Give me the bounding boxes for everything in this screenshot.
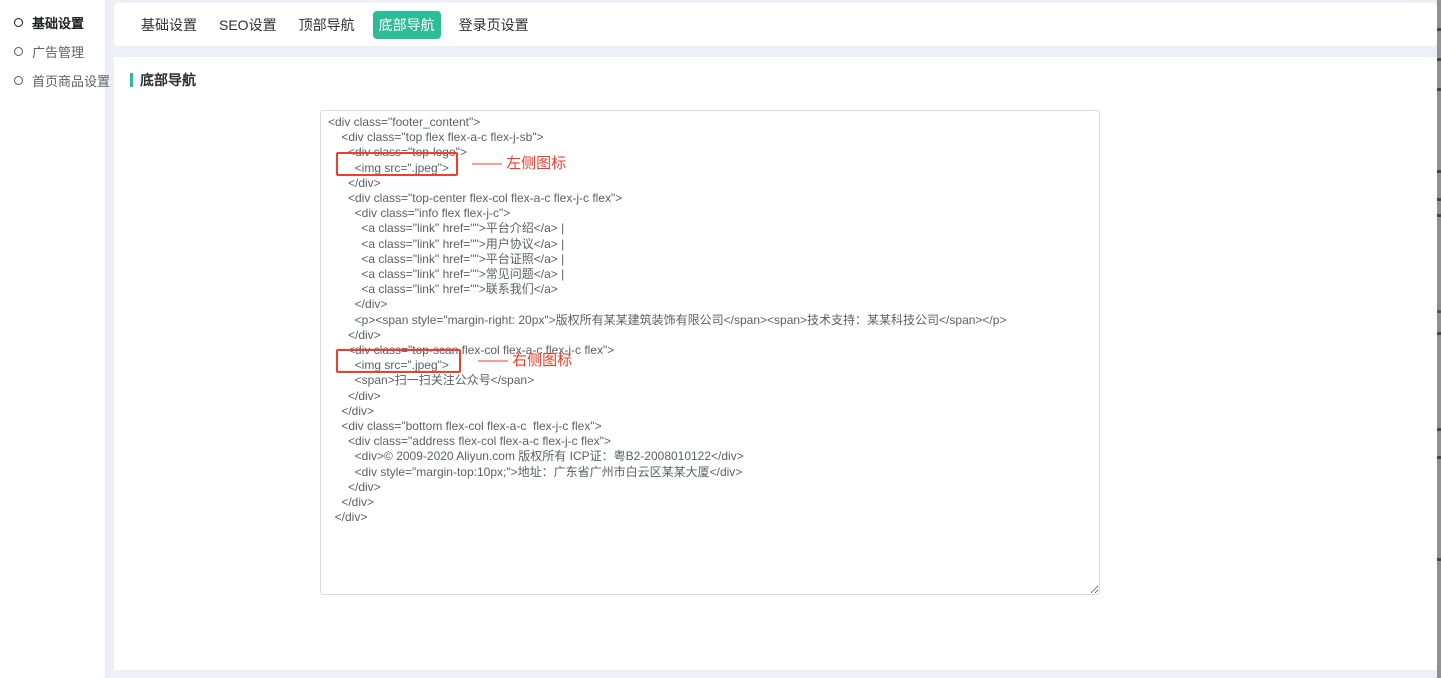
footer-html-textarea[interactable]: <div class="footer_content"> <div class=… bbox=[320, 110, 1100, 595]
scrollbar[interactable] bbox=[1437, 0, 1441, 678]
section-title-text: 底部导航 bbox=[140, 70, 196, 90]
sidebar-item-label: 基础设置 bbox=[32, 13, 84, 32]
tab-top-nav[interactable]: 顶部导航 bbox=[295, 11, 359, 39]
circle-icon bbox=[14, 47, 23, 56]
circle-icon bbox=[14, 76, 23, 85]
main-area: 基础设置 SEO设置 顶部导航 底部导航 登录页设置 底部导航 <div cla… bbox=[114, 0, 1437, 678]
tab-seo-settings[interactable]: SEO设置 bbox=[215, 11, 281, 39]
content-panel: 底部导航 <div class="footer_content"> <div c… bbox=[114, 57, 1437, 670]
tab-basic-settings[interactable]: 基础设置 bbox=[137, 11, 201, 39]
circle-icon bbox=[14, 18, 23, 27]
tab-footer-nav[interactable]: 底部导航 bbox=[373, 11, 441, 39]
sidebar-item-ad-management[interactable]: 广告管理 bbox=[0, 37, 105, 66]
sidebar-item-label: 首页商品设置 bbox=[32, 71, 110, 90]
tab-login-page[interactable]: 登录页设置 bbox=[455, 11, 533, 39]
sidebar-item-label: 广告管理 bbox=[32, 42, 84, 61]
sidebar: 基础设置 广告管理 首页商品设置 bbox=[0, 0, 106, 678]
settings-page: 基础设置 广告管理 首页商品设置 基础设置 SEO设置 顶部导航 底部导航 登录… bbox=[0, 0, 1441, 678]
section-title: 底部导航 bbox=[130, 70, 196, 90]
sidebar-item-homepage-products[interactable]: 首页商品设置 bbox=[0, 66, 105, 95]
tab-bar: 基础设置 SEO设置 顶部导航 底部导航 登录页设置 bbox=[114, 3, 1437, 46]
sidebar-item-basic-settings[interactable]: 基础设置 bbox=[0, 8, 105, 37]
footer-html-editor: <div class="footer_content"> <div class=… bbox=[320, 110, 1100, 595]
title-accent-bar bbox=[130, 73, 133, 87]
